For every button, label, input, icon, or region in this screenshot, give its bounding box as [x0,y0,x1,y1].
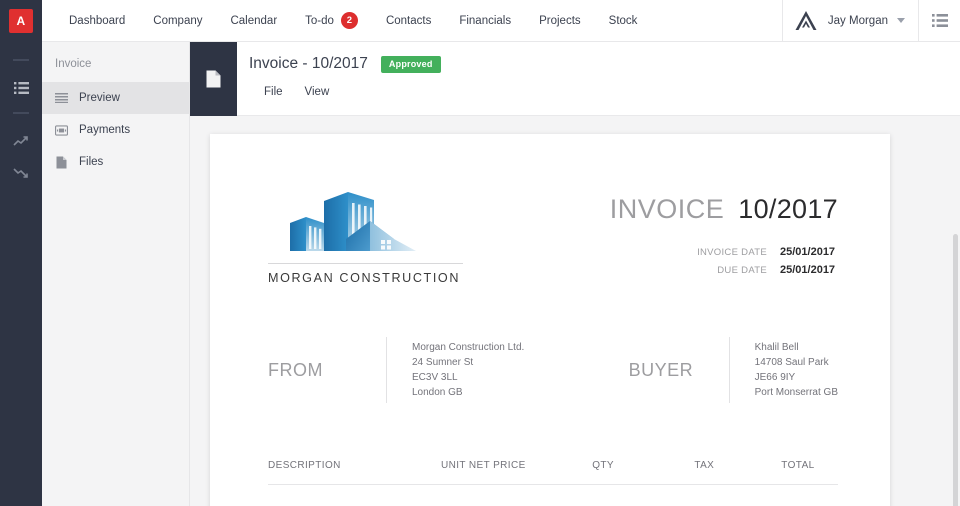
chevron-down-icon [897,18,905,23]
invoice-date-label: INVOICE DATE [697,247,767,258]
sidebar-item-label: Payments [79,124,130,136]
todo-count-badge: 2 [341,12,358,29]
list-menu-icon [932,14,948,27]
nav-item-todo[interactable]: To-do 2 [291,0,372,42]
user-name-label: Jay Morgan [828,15,888,27]
brand-logo-square: A [9,9,33,33]
nav-label: To-do [305,15,334,27]
company-logo: MORGAN CONSTRUCTION [268,179,473,285]
rail-item-trend-down[interactable] [0,158,42,188]
payment-card-icon [55,125,68,136]
address-line: 24 Sumner St [412,355,524,370]
address-line: Morgan Construction Ltd. [412,340,524,355]
sidebar-title: Invoice [42,42,189,82]
nav-label: Stock [609,15,638,27]
brand-logo-tile[interactable]: A [0,0,42,42]
document-type-tile [190,42,237,116]
rail-divider-top [13,59,29,61]
sidebar-item-files[interactable]: Files [42,146,189,178]
primary-nav: Dashboard Company Calendar To-do 2 Conta… [55,0,651,42]
sidebar-item-payments[interactable]: Payments [42,114,189,146]
invoice-number: 10/2017 [738,194,838,225]
vertical-scrollbar[interactable] [953,234,958,506]
nav-item-contacts[interactable]: Contacts [372,0,445,42]
rail-divider-middle [13,112,29,114]
table-header-row: DESCRIPTION UNIT NET PRICE QTY TAX TOTAL [268,460,838,485]
address-line: London GB [412,385,524,400]
topbar-right-group: Jay Morgan [782,0,960,42]
address-line: Khalil Bell [755,340,838,355]
file-icon [55,156,68,169]
app-menu-button[interactable] [918,0,960,42]
page-title: Invoice - 10/2017 [249,55,368,73]
nav-label: Contacts [386,15,431,27]
status-badge: Approved [381,56,441,73]
list-icon [14,82,29,94]
nav-label: Dashboard [69,15,125,27]
document-icon [206,70,221,88]
app-root: A Dashboard Company Calendar To-do 2 Con… [0,0,960,506]
column-header-description: DESCRIPTION [268,460,441,471]
nav-item-financials[interactable]: Financials [445,0,525,42]
invoice-dates: INVOICE DATE 25/01/2017 DUE DATE 25/01/2… [610,246,838,276]
column-header-tax: TAX [694,460,781,471]
sidebar-item-preview[interactable]: Preview [42,82,189,114]
column-header-qty: QTY [592,460,694,471]
invoice-top-section: MORGAN CONSTRUCTION INVOICE 10/2017 INVO… [210,134,890,285]
menu-item-file[interactable]: File [264,86,283,98]
rail-item-list[interactable] [0,73,42,103]
from-label: FROM [268,360,386,381]
nav-item-company[interactable]: Company [139,0,216,42]
invoice-date-value: 25/01/2017 [780,246,838,258]
sidebar-item-label: Files [79,156,103,168]
buyer-label: BUYER [629,360,729,381]
invoice-heading-block: INVOICE 10/2017 INVOICE DATE 25/01/2017 … [610,179,838,285]
line-items-table: DESCRIPTION UNIT NET PRICE QTY TAX TOTAL [210,403,890,485]
nav-label: Projects [539,15,581,27]
company-wordmark: MORGAN CONSTRUCTION [268,271,473,285]
document-canvas: MORGAN CONSTRUCTION INVOICE 10/2017 INVO… [190,116,960,506]
due-date-value: 25/01/2017 [780,264,838,276]
user-menu[interactable]: Jay Morgan [782,0,918,42]
invoice-paper: MORGAN CONSTRUCTION INVOICE 10/2017 INVO… [210,134,890,506]
invoice-heading-word: INVOICE [610,194,725,225]
invoice-heading: INVOICE 10/2017 [610,194,838,225]
sidebar-item-label: Preview [79,92,120,104]
icon-rail [0,42,42,506]
invoice-sidebar: Invoice Preview Pay [42,42,190,506]
logo-divider [268,263,463,264]
due-date-row: DUE DATE 25/01/2017 [610,264,838,276]
from-party: FROM Morgan Construction Ltd. 24 Sumner … [268,337,524,403]
nav-label: Financials [459,15,511,27]
trend-up-icon [13,135,29,147]
nav-item-stock[interactable]: Stock [595,0,652,42]
document-title-row: Invoice - 10/2017 Approved [237,42,960,73]
column-header-total: TOTAL [781,460,838,471]
buyer-party: BUYER Khalil Bell 14708 Saul Park JE66 9… [629,337,838,403]
buildings-logo-icon [268,179,464,261]
nav-item-dashboard[interactable]: Dashboard [55,0,139,42]
address-line: 14708 Saul Park [755,355,838,370]
document-menubar: File View [237,73,960,98]
lines-icon [55,93,68,103]
address-line: EC3V 3LL [412,370,524,385]
document-header: Invoice - 10/2017 Approved File View [237,42,960,116]
from-address: Morgan Construction Ltd. 24 Sumner St EC… [386,337,524,403]
triangle-a-logo-icon [793,8,819,34]
buyer-address: Khalil Bell 14708 Saul Park JE66 9IY Por… [729,337,838,403]
nav-label: Company [153,15,202,27]
address-line: JE66 9IY [755,370,838,385]
rail-item-trend-up[interactable] [0,126,42,156]
nav-label: Calendar [230,15,277,27]
nav-item-calendar[interactable]: Calendar [216,0,291,42]
menu-item-view[interactable]: View [305,86,330,98]
address-line: Port Monserrat GB [755,385,838,400]
column-header-unit-net-price: UNIT NET PRICE [441,460,592,471]
nav-item-projects[interactable]: Projects [525,0,595,42]
invoice-parties: FROM Morgan Construction Ltd. 24 Sumner … [210,285,890,403]
due-date-label: DUE DATE [717,265,767,276]
invoice-date-row: INVOICE DATE 25/01/2017 [610,246,838,258]
top-navigation-bar: A Dashboard Company Calendar To-do 2 Con… [0,0,960,42]
trend-down-icon [13,167,29,179]
